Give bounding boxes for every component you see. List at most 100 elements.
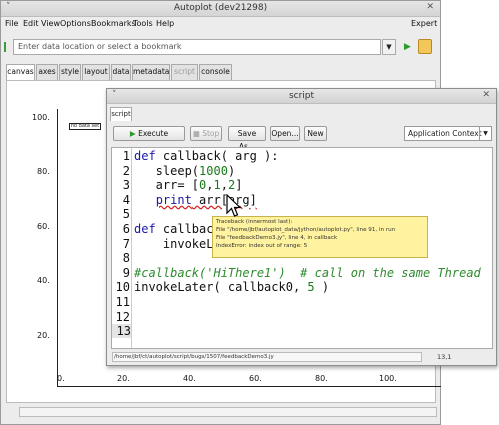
line-number: 2: [122, 163, 130, 178]
tooltip-line: File "/home/jbf/autoplot_data/jython/aut…: [216, 227, 396, 233]
tab-metadata[interactable]: metadata: [132, 64, 170, 80]
code-line[interactable]: invokeL: [134, 236, 214, 251]
legend: no data set: [69, 123, 101, 130]
tooltip-line: IndexError: index out of range: 5: [216, 243, 308, 249]
menu-edit[interactable]: Edit: [23, 19, 39, 28]
script-toolbar: ▶ Execute ■ Stop Save As... Open... New …: [110, 124, 494, 151]
y-tick-label: 100.: [32, 113, 50, 122]
caret-position: 13,1: [437, 353, 452, 361]
code-token: invokeLater( callback0,: [134, 280, 308, 295]
file-path: /home/jbf/ct/autoplot/script/bugs/1507/f…: [112, 352, 422, 362]
tab-script-panel[interactable]: script: [110, 107, 132, 121]
code-token: def: [134, 222, 156, 236]
x-tick-label: 40.: [183, 374, 196, 383]
x-tick-label: 80.: [315, 374, 328, 383]
open-button[interactable]: Open...: [270, 126, 300, 141]
script-window-title: script: [288, 91, 315, 101]
menu-expert[interactable]: Expert: [411, 19, 437, 28]
execute-button[interactable]: ▶ Execute: [113, 126, 185, 141]
code-token: 1: [213, 178, 221, 193]
line-number: 13: [112, 324, 131, 339]
y-tick-label: 80.: [37, 167, 50, 176]
code-token: 1000: [199, 163, 228, 178]
line-number: 11: [115, 295, 130, 309]
code-token: ,: [220, 178, 228, 193]
tab-style[interactable]: style: [59, 64, 81, 80]
code-line[interactable]: invokeLater( callback0, 5 ): [134, 280, 329, 294]
menubar: File Edit View Options Bookmarks Tools H…: [1, 18, 440, 31]
close-icon[interactable]: ✕: [482, 90, 490, 100]
menu-help[interactable]: Help: [156, 19, 174, 28]
code-line[interactable]: arr= [0,1,2]: [134, 178, 243, 193]
line-number: 1: [122, 149, 130, 163]
bookmark-folder-icon[interactable]: [418, 39, 432, 54]
code-token: ]: [235, 178, 243, 193]
url-dropdown-button[interactable]: ▼: [382, 39, 396, 55]
code-token: ,: [206, 178, 214, 193]
error-tooltip: Traceback (innermost last): File "/home/…: [212, 216, 428, 258]
menu-file[interactable]: File: [5, 19, 18, 28]
y-tick-label: 60.: [37, 222, 50, 231]
code-line[interactable]: sleep(1000): [134, 163, 236, 178]
code-token: callbac: [155, 222, 214, 236]
main-window-title: Autoplot (dev21298): [173, 3, 268, 13]
horizontal-scrollbar[interactable]: [19, 407, 437, 417]
stop-label: Stop: [202, 129, 220, 138]
code-line[interactable]: def callbac: [134, 222, 213, 236]
code-token: #callback('HiThere1') # call on the same…: [134, 265, 481, 280]
menu-tools[interactable]: Tools: [133, 19, 153, 28]
tab-axes[interactable]: axes: [36, 64, 58, 80]
code-token: invokeL: [134, 236, 214, 251]
line-number: 4: [122, 192, 130, 207]
menu-view[interactable]: View: [41, 19, 60, 28]
tab-layout[interactable]: layout: [82, 64, 110, 80]
x-tick-label: 0.: [57, 374, 65, 383]
context-select[interactable]: Application Context ▼: [404, 126, 492, 141]
code-line[interactable]: def callback( arg ):: [134, 149, 279, 163]
menu-options[interactable]: Options: [60, 19, 91, 28]
y-tick-label: 40.: [37, 276, 50, 285]
line-number: 5: [122, 207, 130, 222]
code-token: sleep(: [134, 163, 200, 178]
main-titlebar[interactable]: ˅ Autoplot (dev21298) ✕: [1, 1, 440, 17]
line-number-gutter: 1 2 3 4 5 6 7 8 9 10 11 12 13: [112, 148, 132, 348]
stop-icon: ■: [192, 129, 200, 138]
tooltip-line: File "feedbackDemo3.jy", line 4, in call…: [216, 235, 338, 241]
new-button[interactable]: New: [304, 126, 327, 141]
tooltip-line: Traceback (innermost last):: [216, 219, 293, 225]
code-token: ): [314, 280, 330, 295]
code-token: arr[arg]: [191, 192, 257, 207]
code-token: print: [155, 192, 192, 207]
x-tick-label: 60.: [249, 374, 262, 383]
tab-data[interactable]: data: [111, 64, 131, 80]
status-bar: /home/jbf/ct/autoplot/script/bugs/1507/f…: [111, 351, 493, 363]
context-select-value: Application Context: [408, 129, 482, 138]
line-number: 9: [122, 265, 130, 280]
tab-console[interactable]: console: [199, 64, 232, 80]
mouse-pointer-icon: [226, 194, 242, 217]
play-icon: ▶: [129, 129, 136, 138]
data-location-input[interactable]: Enter data location or select a bookmark: [13, 39, 381, 55]
code-token: callback( arg ):: [155, 149, 279, 163]
plot-go-icon[interactable]: ▶: [401, 40, 414, 54]
url-bar: Enter data location or select a bookmark…: [4, 39, 436, 55]
code-token: ): [227, 163, 236, 178]
tab-canvas[interactable]: canvas: [6, 64, 35, 80]
code-line[interactable]: #callback('HiThere1') # call on the same…: [134, 266, 481, 280]
menu-bookmarks[interactable]: Bookmarks: [91, 19, 136, 28]
line-number: 12: [115, 309, 130, 324]
code-token: arr= [: [134, 178, 200, 193]
code-token: 5: [307, 280, 315, 295]
script-titlebar[interactable]: ˅ script ✕: [107, 89, 496, 104]
close-icon[interactable]: ✕: [426, 2, 434, 12]
line-number: 3: [122, 178, 130, 193]
tab-script[interactable]: script: [171, 64, 198, 80]
y-tick-label: 20.: [37, 331, 50, 340]
stop-button[interactable]: ■ Stop: [190, 126, 222, 141]
save-as-button[interactable]: Save As...: [228, 126, 266, 151]
line-number: 10: [115, 280, 130, 295]
code-token: def: [134, 149, 156, 163]
line-number: 8: [122, 251, 130, 266]
x-tick-label: 100.: [379, 374, 397, 383]
